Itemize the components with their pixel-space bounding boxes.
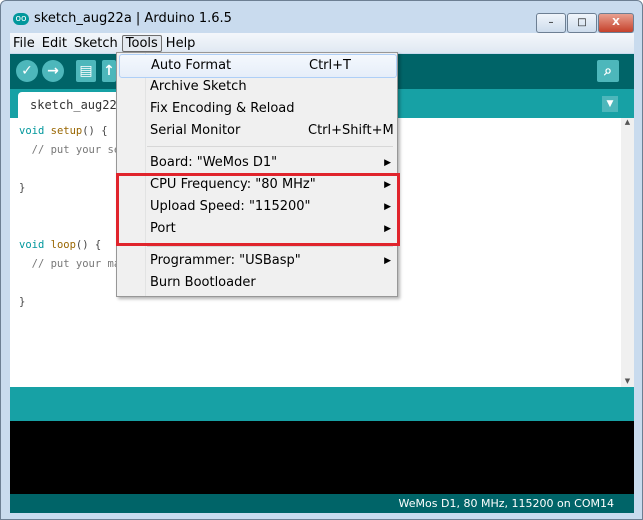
serial-monitor-button[interactable]: ⌕ [597,60,619,82]
board-status: WeMos D1, 80 MHz, 115200 on COM14 [398,497,614,510]
menu-file[interactable]: File [10,36,38,51]
menu-item-programmer[interactable]: Programmer: "USBasp" ▶ [119,250,395,272]
tab-menu-chevron-icon[interactable]: ▼ [602,96,618,112]
item-shortcut: Ctrl+Shift+M [308,123,394,138]
window-title: sketch_aug22a | Arduino 1.6.5 [34,11,232,26]
menu-item-board[interactable]: Board: "WeMos D1" ▶ [119,152,395,174]
menu-item-auto-format[interactable]: Auto Format Ctrl+T [119,54,397,78]
upload-button[interactable]: → [42,60,64,82]
menu-item-serial-monitor[interactable]: Serial Monitor Ctrl+Shift+M [119,120,395,142]
item-shortcut: Ctrl+T [309,58,351,73]
scroll-up-icon[interactable]: ▲ [621,118,634,126]
submenu-arrow-icon: ▶ [384,256,391,266]
menu-tools[interactable]: Tools [121,34,162,52]
menu-separator [147,146,393,147]
item-label: Programmer: "USBasp" [150,253,301,268]
verify-button[interactable]: ✓ [16,60,38,82]
menu-item-archive-sketch[interactable]: Archive Sketch [119,76,395,98]
menu-edit[interactable]: Edit [39,36,70,51]
maximize-button[interactable]: □ [567,13,597,33]
item-label: Serial Monitor [150,123,241,138]
menu-item-fix-encoding[interactable]: Fix Encoding & Reload [119,98,395,120]
arduino-logo-icon: oo [13,12,29,25]
open-button[interactable]: ↑ [102,60,116,82]
code-text: void setup() { // put your se } void loo… [19,125,121,308]
item-label: Burn Bootloader [150,275,256,290]
title-bar: oo sketch_aug22a | Arduino 1.6.5 [13,11,232,26]
menu-item-burn-bootloader[interactable]: Burn Bootloader [119,272,395,294]
item-label: Board: "WeMos D1" [150,155,278,170]
scroll-down-icon[interactable]: ▼ [621,377,634,385]
message-area [10,387,634,421]
item-label: Auto Format [151,58,232,73]
menu-sketch[interactable]: Sketch [71,36,121,51]
menu-separator [147,246,393,247]
highlight-box [116,173,400,246]
item-label: Fix Encoding & Reload [150,101,295,116]
status-bar: WeMos D1, 80 MHz, 115200 on COM14 [10,494,634,513]
close-button[interactable]: X [598,13,634,33]
editor-scrollbar[interactable]: ▲ ▼ [621,118,634,387]
item-label: Archive Sketch [150,79,247,94]
menu-bar: File Edit Sketch Tools Help [10,33,634,53]
minimize-button[interactable]: – [536,13,566,33]
menu-help[interactable]: Help [163,36,199,51]
console-output [10,421,634,494]
submenu-arrow-icon: ▶ [384,158,391,168]
new-button[interactable]: ▤ [76,60,96,82]
